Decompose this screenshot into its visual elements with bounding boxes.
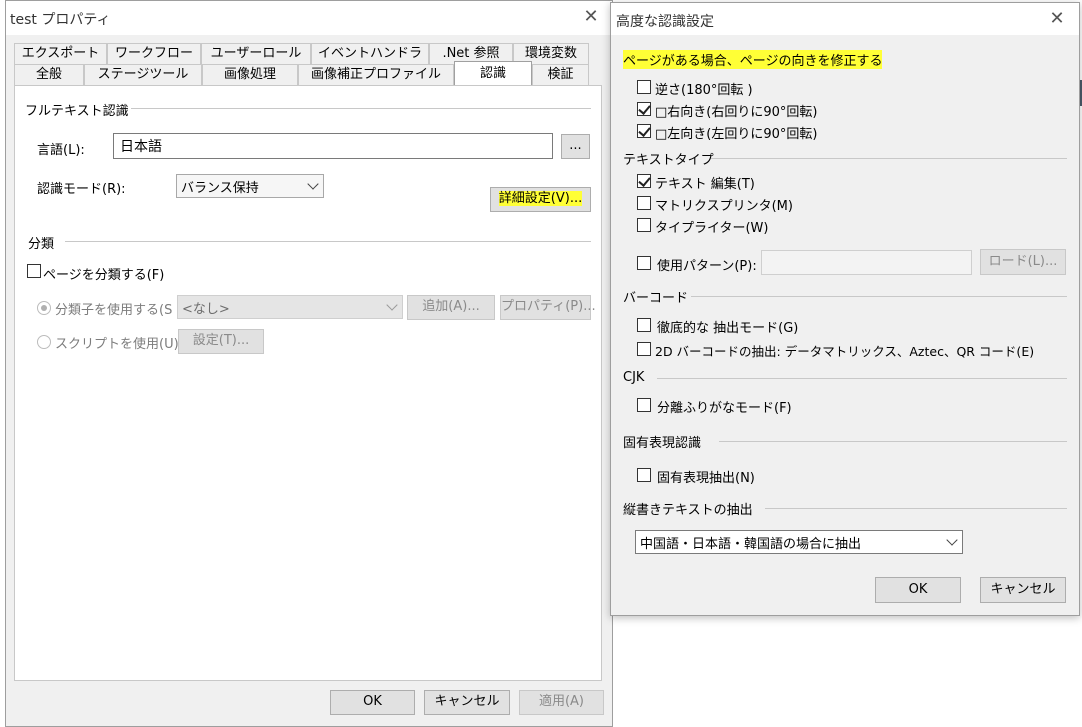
classifier-value: <なし> [182, 302, 230, 317]
named-entity-group-line [719, 441, 1067, 442]
classify-pages-checkbox[interactable] [27, 264, 41, 278]
vertical-text-select[interactable]: 中国語・日本語・韓国語の場合に抽出 [635, 530, 963, 554]
ok-button[interactable]: OK [875, 577, 961, 603]
rotate-left-label: □左向き(左回りに90°回転) [655, 127, 818, 142]
barcode-2d-label: 2D バーコードの抽出: データマトリックス、Aztec、QR コード(E) [655, 344, 1035, 359]
tab-recognition[interactable]: 認識 [454, 61, 532, 85]
tab-general[interactable]: 全般 [14, 64, 84, 85]
rotate-right-label: □右向き(右回りに90°回転) [655, 105, 818, 120]
rotate-180-checkbox[interactable] [637, 80, 651, 94]
ok-button[interactable]: OK [330, 690, 415, 715]
tab-image-correction[interactable]: 画像補正プロファイル [298, 64, 454, 85]
use-pattern-checkbox[interactable] [637, 256, 651, 270]
advanced-dialog-title: 高度な認識設定 [616, 14, 714, 30]
named-entity-group-label: 固有表現認識 [623, 436, 702, 451]
close-icon[interactable]: ✕ [1047, 9, 1067, 29]
rotate-180-label: 逆さ(180°回転 ) [655, 83, 753, 98]
classification-group-line [65, 241, 591, 242]
script-settings-button[interactable]: 設定(T)... [178, 329, 264, 354]
advanced-settings-button[interactable]: 詳細設定(V)... [490, 187, 591, 212]
use-classifier-label: 分類子を使用する(S [55, 303, 173, 318]
chevron-down-icon [946, 534, 958, 546]
fulltext-group-label: フルテキスト認識 [25, 104, 129, 119]
orientation-heading: ページがある場合、ページの向きを修正する [623, 50, 883, 69]
load-pattern-button[interactable]: ロード(L)... [980, 249, 1066, 275]
window-title: test プロパティ [10, 12, 111, 28]
cjk-group-line [657, 378, 1067, 379]
advanced-recognition-dialog: 高度な認識設定 ✕ ページがある場合、ページの向きを修正する 逆さ(180°回転… [610, 2, 1080, 616]
close-icon[interactable]: ✕ [581, 7, 601, 27]
barcode-2d-checkbox[interactable] [637, 342, 651, 356]
properties-titlebar: test プロパティ ✕ [6, 1, 612, 35]
rotate-left-checkbox[interactable] [637, 124, 651, 138]
text-edit-label: テキスト 編集(T) [655, 177, 755, 192]
use-script-label: スクリプトを使用(U) [55, 337, 179, 352]
tab-workflow[interactable]: ワークフロー [107, 43, 201, 64]
tab-verification[interactable]: 検証 [532, 64, 589, 85]
named-entity-label: 固有表現抽出(N) [657, 471, 755, 486]
use-script-radio[interactable] [37, 335, 51, 349]
thorough-extract-checkbox[interactable] [637, 318, 651, 332]
barcode-group-line [691, 296, 1067, 297]
pattern-field[interactable] [761, 250, 972, 275]
properties-window: test プロパティ ✕ エクスポート ワークフロー ユーザーロール イベントハ… [5, 0, 613, 727]
classification-group-label: 分類 [28, 237, 55, 252]
use-classifier-radio[interactable] [37, 301, 51, 315]
chevron-down-icon [386, 299, 398, 311]
cancel-button[interactable]: キャンセル [980, 577, 1066, 603]
barcode-group-label: バーコード [623, 291, 689, 306]
dot-matrix-checkbox[interactable] [637, 196, 651, 210]
typewriter-label: タイプライター(W) [655, 221, 769, 236]
language-label: 言語(L): [37, 143, 85, 158]
separate-furigana-checkbox[interactable] [637, 398, 651, 412]
classify-pages-label: ページを分類する(F) [43, 268, 165, 283]
named-entity-checkbox[interactable] [637, 468, 651, 482]
rotate-right-checkbox[interactable] [637, 102, 651, 116]
vertical-text-group-line [765, 508, 1067, 509]
advanced-settings-label: 詳細設定(V)... [498, 191, 583, 206]
chevron-down-icon [307, 178, 319, 190]
tab-stage-tools[interactable]: ステージツール [84, 64, 202, 85]
vertical-text-group-label: 縦書きテキストの抽出 [623, 503, 753, 518]
recognition-panel: フルテキスト認識 言語(L): 日本語 ... 認識モード(R): バランス保持… [14, 85, 602, 681]
tab-row-2: 全般 ステージツール 画像処理 画像補正プロファイル 認識 検証 [14, 61, 589, 85]
language-field[interactable]: 日本語 [113, 133, 553, 159]
mode-label: 認識モード(R): [37, 182, 126, 197]
fulltext-group-line [131, 108, 591, 109]
language-browse-button[interactable]: ... [561, 134, 590, 159]
recognition-mode-value: バランス保持 [181, 181, 259, 196]
text-edit-checkbox[interactable] [637, 174, 651, 188]
tab-user-role[interactable]: ユーザーロール [201, 43, 311, 64]
tab-image-processing[interactable]: 画像処理 [202, 64, 298, 85]
separate-furigana-label: 分離ふりがなモード(F) [657, 401, 792, 416]
text-type-group-line [711, 158, 1067, 159]
tab-event-handler[interactable]: イベントハンドラ [311, 43, 429, 64]
tab-export[interactable]: エクスポート [14, 43, 107, 64]
dot-matrix-label: マトリクスプリンタ(M) [655, 199, 793, 214]
recognition-mode-select[interactable]: バランス保持 [176, 174, 324, 198]
classifier-properties-button[interactable]: プロパティ(P)... [500, 295, 596, 320]
classifier-select[interactable]: <なし> [177, 295, 403, 319]
text-type-group-label: テキストタイプ [623, 153, 714, 168]
use-pattern-label: 使用パターン(P): [657, 259, 757, 274]
advanced-dialog-titlebar: 高度な認識設定 ✕ [611, 3, 1079, 35]
vertical-text-value: 中国語・日本語・韓国語の場合に抽出 [640, 537, 862, 552]
typewriter-checkbox[interactable] [637, 218, 651, 232]
add-classifier-button[interactable]: 追加(A)... [407, 295, 495, 320]
cancel-button[interactable]: キャンセル [424, 690, 510, 715]
cjk-group-label: CJK [623, 370, 645, 385]
thorough-extract-label: 徹底的な 抽出モード(G) [657, 321, 799, 336]
apply-button[interactable]: 適用(A) [519, 690, 604, 715]
